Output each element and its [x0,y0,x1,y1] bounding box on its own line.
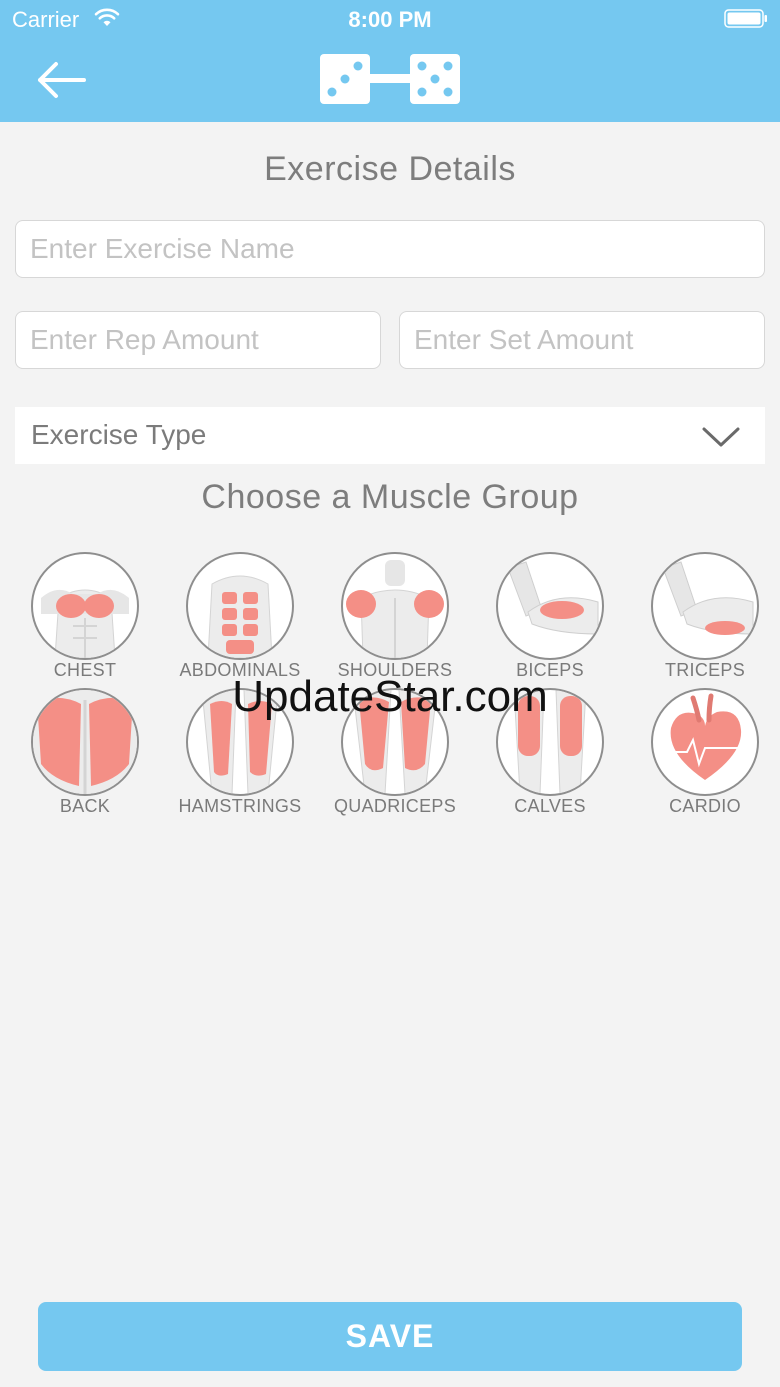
dumbbell-dice-icon [318,52,462,111]
muscle-label: QUADRICEPS [333,796,457,816]
shoulders-icon [341,552,449,660]
chevron-down-icon [701,425,741,454]
muscle-label: HAMSTRINGS [178,796,302,816]
muscle-abdominals[interactable]: ABDOMINALS [165,552,315,692]
exercise-type-dropdown[interactable]: Exercise Type [15,407,765,464]
muscle-triceps[interactable]: TRICEPS [630,552,780,692]
set-amount-input[interactable] [399,311,765,369]
muscle-shoulders[interactable]: SHOULDERS [320,552,470,692]
chest-icon [31,552,139,660]
muscle-group-title: Choose a Muscle Group [201,478,579,516]
triceps-icon [651,552,759,660]
arrow-left-icon [38,62,86,98]
battery-icon [724,9,768,28]
exercise-type-label: Exercise Type [31,419,207,450]
abdominals-icon [186,552,294,660]
status-bar: Carrier 8:00 PM [0,0,780,38]
nav-bar [0,38,780,122]
muscle-biceps[interactable]: BICEPS [475,552,625,692]
rep-amount-input[interactable] [15,311,381,369]
watermark-text: UpdateStar.com [232,672,548,721]
save-button[interactable]: SAVE [38,1302,742,1371]
muscle-label: CARDIO [669,796,741,816]
exercise-name-input[interactable] [15,220,765,278]
back-button[interactable] [30,56,90,104]
biceps-icon [496,552,604,660]
muscle-chest[interactable]: CHEST [10,552,160,692]
status-time: 8:00 PM [348,7,432,32]
muscle-label: CALVES [514,796,586,816]
muscle-label: BACK [59,796,111,816]
exercise-details-title: Exercise Details [264,150,516,188]
